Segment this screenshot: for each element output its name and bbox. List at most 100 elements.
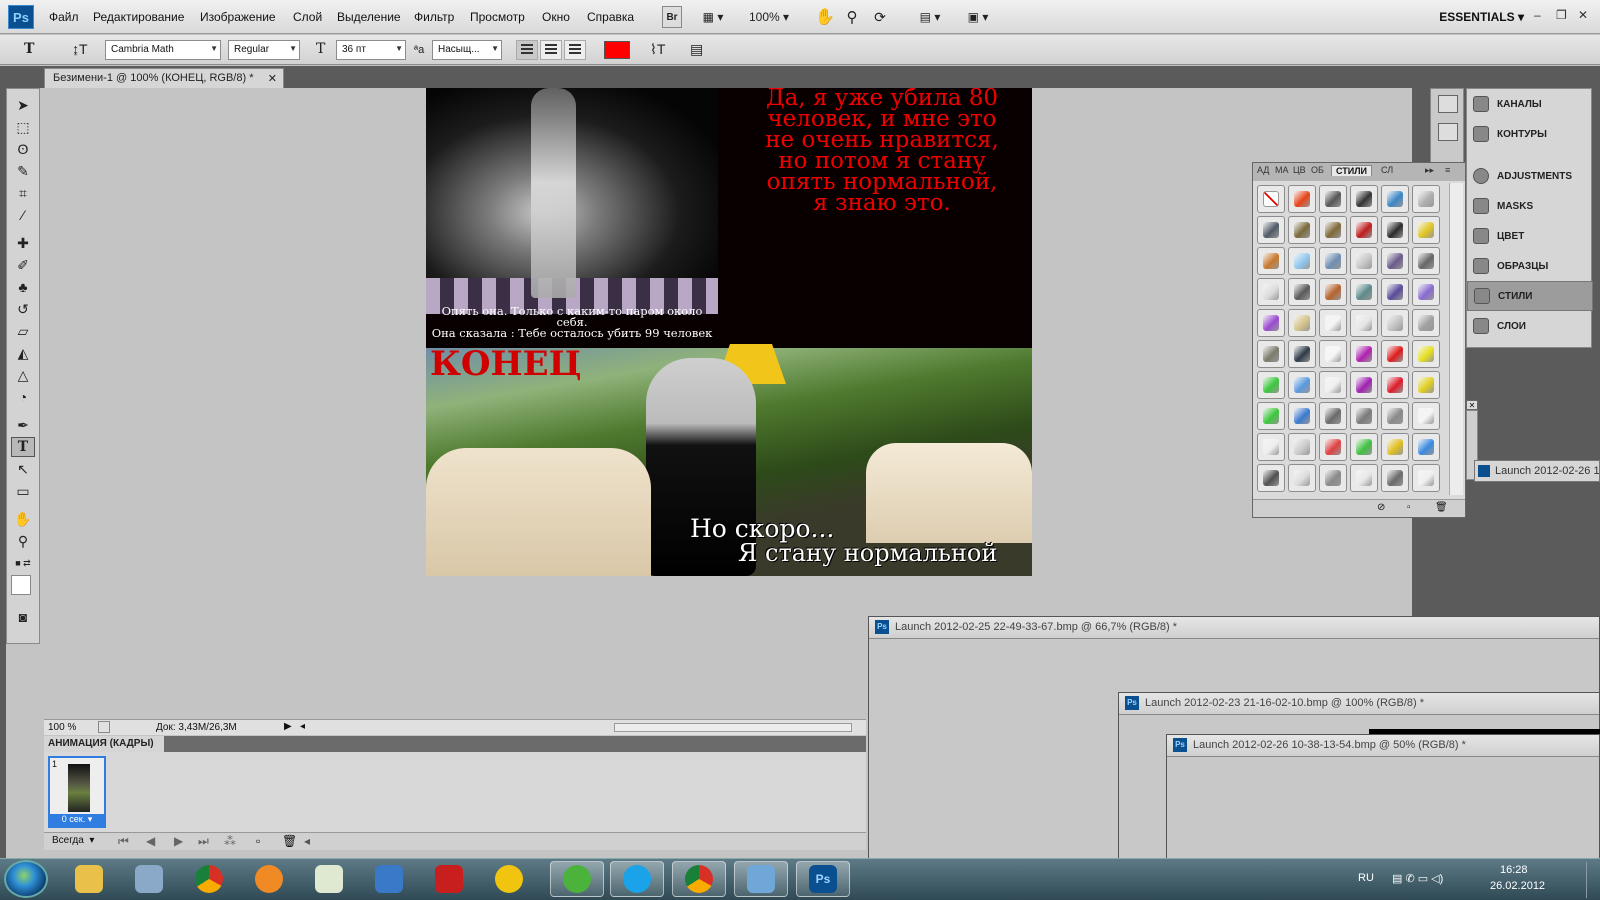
- document-canvas[interactable]: Опять она. Только с каким-то паром около…: [426, 88, 1032, 576]
- style-swatch[interactable]: [1257, 371, 1285, 399]
- style-swatch[interactable]: [1257, 216, 1285, 244]
- style-swatch[interactable]: [1288, 371, 1316, 399]
- style-swatch[interactable]: [1412, 464, 1440, 492]
- paint-bucket-tool-icon[interactable]: ◭: [11, 343, 35, 363]
- style-swatch[interactable]: [1412, 402, 1440, 430]
- style-swatch[interactable]: [1381, 340, 1409, 368]
- style-swatch[interactable]: [1288, 340, 1316, 368]
- clone-stamp-tool-icon[interactable]: ♣: [11, 277, 35, 297]
- calculator-taskbar-icon[interactable]: [122, 861, 176, 897]
- explorer-taskbar-icon[interactable]: [62, 861, 116, 897]
- style-swatch[interactable]: [1381, 402, 1409, 430]
- blur-tool-icon[interactable]: △: [11, 365, 35, 385]
- style-swatch[interactable]: [1319, 433, 1347, 461]
- dodge-tool-icon[interactable]: ◔: [11, 387, 35, 407]
- marquee-tool-icon[interactable]: ⬚: [11, 117, 35, 137]
- dock-item-layers[interactable]: СЛОИ: [1467, 311, 1593, 341]
- quick-select-tool-icon[interactable]: ✎: [11, 161, 35, 181]
- dock-item-adjustments[interactable]: ADJUSTMENTS: [1467, 161, 1593, 191]
- new-style-icon[interactable]: ▫: [1407, 502, 1411, 513]
- dock-item-swatches[interactable]: ОБРАЗЦЫ: [1467, 251, 1593, 281]
- style-swatch[interactable]: [1319, 402, 1347, 430]
- document-window-1-title[interactable]: Ps Launch 2012-02-25 22-49-33-67.bmp @ 66…: [869, 617, 1599, 639]
- style-swatch[interactable]: [1381, 247, 1409, 275]
- style-swatch[interactable]: [1412, 247, 1440, 275]
- photoshop-taskbar-icon[interactable]: Ps: [796, 861, 850, 897]
- style-swatch[interactable]: [1350, 371, 1378, 399]
- scroll-left-icon[interactable]: ◂: [304, 834, 310, 848]
- utorrent-taskbar-icon[interactable]: [550, 861, 604, 897]
- tray-icons[interactable]: ▤ ✆ ▭ ◁): [1392, 872, 1443, 885]
- minimize-icon[interactable]: –: [1534, 8, 1541, 22]
- menu-help[interactable]: Справка: [587, 10, 634, 24]
- hand-tool-icon[interactable]: ✋: [11, 509, 35, 529]
- tab-styles[interactable]: СТИЛИ: [1331, 165, 1373, 176]
- menu-view[interactable]: Просмотр: [470, 10, 525, 24]
- next-frame-icon[interactable]: ⏭: [198, 834, 209, 849]
- style-swatch[interactable]: [1381, 216, 1409, 244]
- align-center-button[interactable]: [540, 40, 562, 60]
- style-swatch[interactable]: [1350, 433, 1378, 461]
- panel-menu-icon[interactable]: ≡: [1445, 165, 1450, 175]
- menu-layer[interactable]: Слой: [293, 10, 322, 24]
- loop-select[interactable]: Всегда ▾: [52, 835, 94, 846]
- warp-text-icon[interactable]: ⌇T: [650, 41, 665, 58]
- tab-swatches[interactable]: ОБ: [1311, 165, 1324, 175]
- horizontal-scrollbar-thumb[interactable]: [614, 723, 852, 732]
- menu-window[interactable]: Окно: [542, 10, 570, 24]
- style-swatch[interactable]: [1288, 464, 1316, 492]
- antialias-select[interactable]: Насыщ... ▼: [432, 40, 502, 60]
- font-family-select[interactable]: Cambria Math ▼: [105, 40, 221, 60]
- document-tab[interactable]: Безимени-1 @ 100% (КОНЕЦ, RGB/8) * ✕: [44, 68, 284, 88]
- zoom-tool-icon[interactable]: ⚲: [11, 531, 35, 551]
- rotate-view-icon[interactable]: ⟳: [870, 6, 890, 28]
- style-swatch[interactable]: [1257, 464, 1285, 492]
- no-style-swatch[interactable]: [1257, 185, 1285, 213]
- frame-delay[interactable]: 0 сек. ▾: [50, 814, 104, 826]
- style-swatch[interactable]: [1412, 216, 1440, 244]
- style-swatch[interactable]: [1257, 433, 1285, 461]
- language-indicator[interactable]: RU: [1358, 872, 1374, 884]
- style-swatch[interactable]: [1381, 464, 1409, 492]
- style-swatch[interactable]: [1288, 185, 1316, 213]
- style-swatch[interactable]: [1257, 402, 1285, 430]
- expand-icon[interactable]: ▸▸: [1425, 165, 1434, 176]
- tab-color[interactable]: ЦВ: [1293, 165, 1306, 175]
- brush-tool-icon[interactable]: ✐: [11, 255, 35, 275]
- healing-brush-tool-icon[interactable]: ✚: [11, 233, 35, 253]
- bridge-button[interactable]: Br: [662, 6, 682, 28]
- eraser-tool-icon[interactable]: ▱: [11, 321, 35, 341]
- style-swatch[interactable]: [1319, 185, 1347, 213]
- style-swatch[interactable]: [1257, 340, 1285, 368]
- character-panel-icon[interactable]: ▤: [690, 41, 703, 58]
- clear-style-icon[interactable]: ⊘: [1377, 502, 1385, 513]
- delete-style-icon[interactable]: 🗑: [1435, 502, 1448, 513]
- rectangle-tool-icon[interactable]: ▭: [11, 481, 35, 501]
- style-swatch[interactable]: [1319, 216, 1347, 244]
- style-swatch[interactable]: [1319, 340, 1347, 368]
- arrange-documents-button[interactable]: ▤ ▾: [912, 6, 948, 28]
- previous-frame-icon[interactable]: ◀: [146, 834, 155, 848]
- style-swatch[interactable]: [1412, 433, 1440, 461]
- menu-file[interactable]: Файл: [49, 10, 79, 24]
- document-window-2-title[interactable]: Ps Launch 2012-02-23 21-16-02-10.bmp @ 10…: [1119, 693, 1599, 715]
- zoom-tool-icon[interactable]: ⚲: [842, 6, 862, 28]
- style-swatch[interactable]: [1319, 464, 1347, 492]
- default-colors-icon[interactable]: ■ ⇄: [11, 553, 35, 573]
- tab-layers[interactable]: СЛ: [1381, 165, 1393, 175]
- style-swatch[interactable]: [1288, 402, 1316, 430]
- style-swatch[interactable]: [1381, 278, 1409, 306]
- text-color-swatch[interactable]: [604, 41, 630, 59]
- style-swatch[interactable]: [1319, 278, 1347, 306]
- dock-item-styles[interactable]: СТИЛИ: [1467, 281, 1593, 311]
- menu-edit[interactable]: Редактирование: [93, 10, 184, 24]
- first-frame-icon[interactable]: ⏮: [118, 834, 129, 849]
- actions-panel-icon[interactable]: [1438, 123, 1458, 141]
- style-swatch[interactable]: [1257, 309, 1285, 337]
- style-swatch[interactable]: [1350, 402, 1378, 430]
- image-viewer-taskbar-icon[interactable]: [734, 861, 788, 897]
- hand-tool-icon[interactable]: ✋: [815, 6, 835, 28]
- dock-item-masks[interactable]: MASKS: [1467, 191, 1593, 221]
- pen-tool-icon[interactable]: ✒: [11, 415, 35, 435]
- duplicate-frame-icon[interactable]: ▫: [256, 834, 260, 848]
